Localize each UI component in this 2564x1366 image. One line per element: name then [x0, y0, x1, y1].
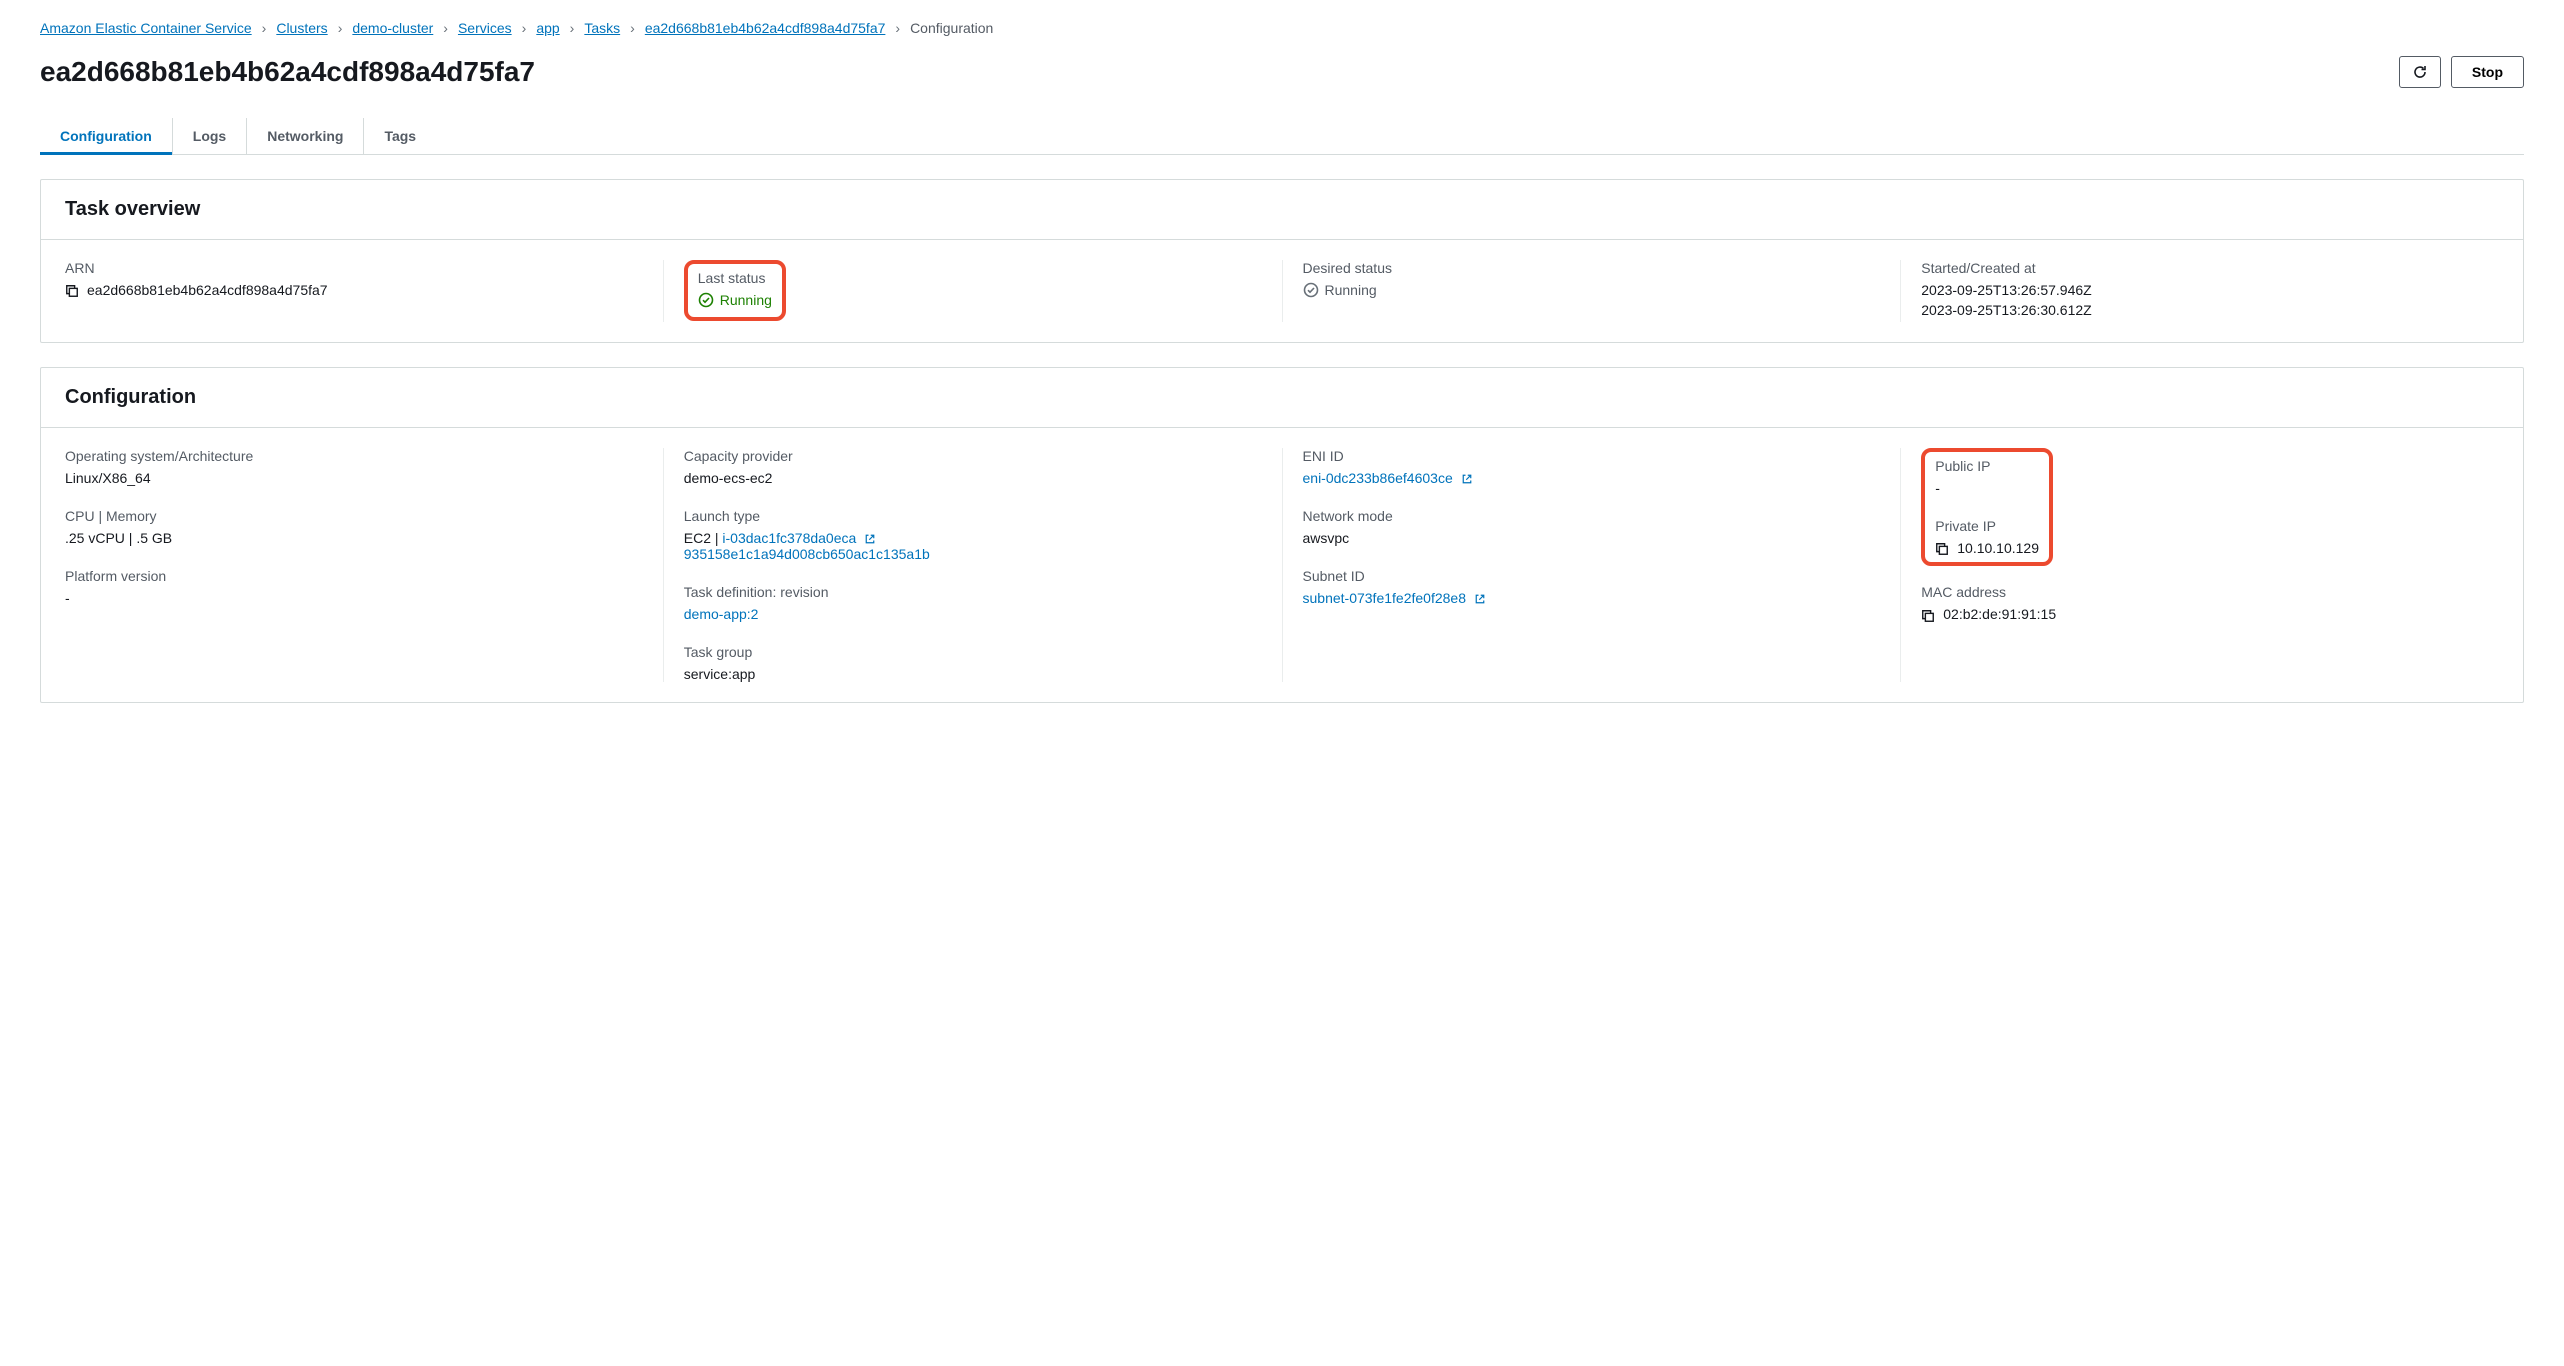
panel-title: Task overview [65, 198, 2499, 221]
external-link-icon [1461, 470, 1473, 486]
breadcrumb-link-task-id[interactable]: ea2d668b81eb4b62a4cdf898a4d75fa7 [645, 20, 886, 36]
chevron-right-icon: › [262, 20, 267, 36]
taskdef-label: Task definition: revision [684, 584, 1262, 600]
refresh-button[interactable] [2399, 56, 2441, 88]
mac-label: MAC address [1921, 584, 2499, 600]
platform-label: Platform version [65, 568, 643, 584]
launch-prefix: EC2 | [684, 530, 723, 546]
external-link-icon [864, 530, 876, 546]
publicip-value: - [1935, 480, 2039, 496]
chevron-right-icon: › [895, 20, 900, 36]
chevron-right-icon: › [338, 20, 343, 36]
started-value-1: 2023-09-25T13:26:57.946Z [1921, 282, 2499, 298]
capacity-label: Capacity provider [684, 448, 1262, 464]
tabs: Configuration Logs Networking Tags [40, 118, 2524, 155]
launch-label: Launch type [684, 508, 1262, 524]
copy-icon[interactable] [1921, 606, 1935, 622]
publicip-label: Public IP [1935, 458, 2039, 474]
mac-value: 02:b2:de:91:91:15 [1943, 606, 2056, 622]
breadcrumb-link-tasks[interactable]: Tasks [584, 20, 620, 36]
stop-button[interactable]: Stop [2451, 56, 2524, 88]
arn-value: ea2d668b81eb4b62a4cdf898a4d75fa7 [87, 282, 328, 298]
last-status-value: Running [720, 292, 772, 308]
eni-link[interactable]: eni-0dc233b86ef4603ce [1303, 470, 1453, 486]
os-value: Linux/X86_64 [65, 470, 643, 486]
os-label: Operating system/Architecture [65, 448, 643, 464]
capacity-value: demo-ecs-ec2 [684, 470, 1262, 486]
platform-value: - [65, 590, 643, 606]
tab-logs[interactable]: Logs [173, 118, 247, 154]
chevron-right-icon: › [522, 20, 527, 36]
panel-configuration: Configuration Operating system/Architect… [40, 367, 2524, 703]
breadcrumb-current: Configuration [910, 20, 993, 36]
highlight-ip-block: Public IP - Private IP 10.10.10.129 [1921, 448, 2053, 566]
tab-configuration[interactable]: Configuration [40, 118, 173, 154]
check-circle-icon [1303, 282, 1319, 298]
external-link-icon [1474, 590, 1486, 606]
copy-icon[interactable] [65, 282, 79, 298]
breadcrumb: Amazon Elastic Container Service › Clust… [40, 20, 2524, 36]
panel-body: ARN ea2d668b81eb4b62a4cdf898a4d75fa7 Las… [41, 240, 2523, 342]
chevron-right-icon: › [630, 20, 635, 36]
launch-hash-link[interactable]: 935158e1c1a94d008cb650ac1c135a1b [684, 546, 930, 562]
page-header: ea2d668b81eb4b62a4cdf898a4d75fa7 Stop [40, 56, 2524, 88]
breadcrumb-link-clusters[interactable]: Clusters [276, 20, 327, 36]
panel-header: Configuration [41, 368, 2523, 428]
highlight-last-status: Last status Running [684, 260, 786, 321]
started-value-2: 2023-09-25T13:26:30.612Z [1921, 302, 2499, 318]
netmode-label: Network mode [1303, 508, 1881, 524]
page-actions: Stop [2399, 56, 2524, 88]
panel-body: Operating system/Architecture Linux/X86_… [41, 428, 2523, 702]
breadcrumb-link-app[interactable]: app [536, 20, 559, 36]
eni-label: ENI ID [1303, 448, 1881, 464]
tab-networking[interactable]: Networking [247, 118, 364, 154]
chevron-right-icon: › [443, 20, 448, 36]
taskdef-link[interactable]: demo-app:2 [684, 606, 759, 622]
privateip-label: Private IP [1935, 518, 2039, 534]
desired-status-label: Desired status [1303, 260, 1881, 276]
cpu-label: CPU | Memory [65, 508, 643, 524]
subnet-label: Subnet ID [1303, 568, 1881, 584]
privateip-value: 10.10.10.129 [1957, 540, 2039, 556]
breadcrumb-link-ecs[interactable]: Amazon Elastic Container Service [40, 20, 252, 36]
taskgroup-value: service:app [684, 666, 1262, 682]
taskgroup-label: Task group [684, 644, 1262, 660]
arn-label: ARN [65, 260, 643, 276]
panel-task-overview: Task overview ARN ea2d668b81eb4b62a4cdf8… [40, 179, 2524, 343]
check-circle-icon [698, 292, 714, 308]
breadcrumb-link-cluster[interactable]: demo-cluster [352, 20, 433, 36]
page-title: ea2d668b81eb4b62a4cdf898a4d75fa7 [40, 56, 535, 88]
copy-icon[interactable] [1935, 540, 1949, 556]
netmode-value: awsvpc [1303, 530, 1881, 546]
tab-tags[interactable]: Tags [364, 118, 436, 154]
cpu-value: .25 vCPU | .5 GB [65, 530, 643, 546]
desired-status-value: Running [1325, 282, 1377, 298]
started-label: Started/Created at [1921, 260, 2499, 276]
panel-header: Task overview [41, 180, 2523, 240]
chevron-right-icon: › [570, 20, 575, 36]
refresh-icon [2412, 64, 2428, 80]
subnet-link[interactable]: subnet-073fe1fe2fe0f28e8 [1303, 590, 1466, 606]
panel-title: Configuration [65, 386, 2499, 409]
instance-link[interactable]: i-03dac1fc378da0eca [722, 530, 856, 546]
breadcrumb-link-services[interactable]: Services [458, 20, 512, 36]
last-status-label: Last status [698, 270, 772, 286]
